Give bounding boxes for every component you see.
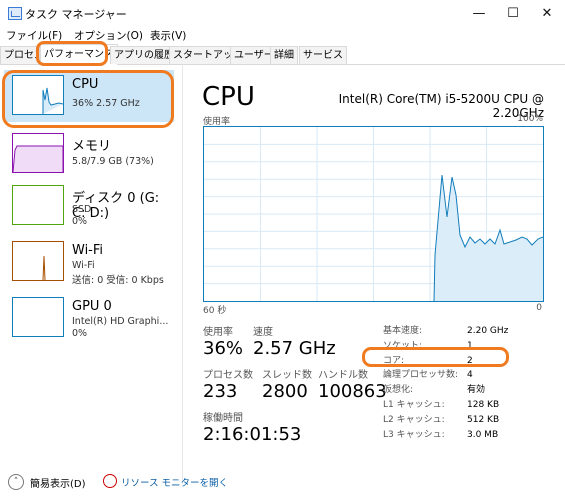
spec-label: ソケット: xyxy=(383,340,423,351)
spec-labels: 基本速度: ソケット: コア: 論理プロセッサ数: 仮想化: L1 キャッシュ:… xyxy=(383,324,458,442)
sidebar-memory-title: メモリ xyxy=(72,139,112,154)
sidebar-disk-usage: 0% xyxy=(72,216,88,227)
speed-value: 2.57 GHz xyxy=(253,338,336,359)
panel-divider xyxy=(182,64,183,484)
tab-performance[interactable]: パフォーマンス xyxy=(40,44,118,65)
page-title: CPU xyxy=(202,82,255,112)
graph-y-max: 100% xyxy=(517,114,543,124)
menu-file[interactable]: ファイル(F) xyxy=(6,28,62,43)
gpu-thumbnail-graph xyxy=(12,297,64,337)
footer-bar: ˄ 簡易表示(D) リソース モニターを開く xyxy=(0,466,565,503)
task-manager-icon xyxy=(8,7,22,20)
handle-count-label: ハンドル数 xyxy=(318,370,368,381)
disk-thumbnail-graph xyxy=(12,185,64,225)
sidebar-gpu-name: Intel(R) HD Graphi... xyxy=(72,316,169,327)
maximize-button[interactable]: ☐ xyxy=(496,0,530,27)
window-title: タスク マネージャー xyxy=(25,8,127,21)
spec-value: 512 KB xyxy=(467,414,500,425)
cpu-thumbnail-graph xyxy=(12,75,64,115)
title-bar: タスク マネージャー — ☐ ✕ xyxy=(0,0,565,27)
spec-label: 基本速度: xyxy=(383,326,423,336)
menu-view[interactable]: 表示(V) xyxy=(150,28,186,43)
process-count-label: プロセス数 xyxy=(203,370,253,381)
spec-value: 2 xyxy=(467,355,473,366)
spec-label: コア: xyxy=(383,355,405,366)
sidebar-item-cpu[interactable]: CPU 36% 2.57 GHz xyxy=(4,70,174,122)
tab-bar: プロセス パフォーマンス アプリの履歴 スタートアップ ユーザー 詳細 サービス xyxy=(0,44,565,65)
spec-label: 論理プロセッサ数: xyxy=(383,370,459,381)
tab-details[interactable]: 詳細 xyxy=(270,46,298,64)
open-resource-monitor-link[interactable]: リソース モニターを開く xyxy=(121,475,228,489)
spec-value: 128 KB xyxy=(467,399,500,410)
spec-value: 1 xyxy=(467,340,473,351)
sidebar-cpu-title: CPU xyxy=(72,77,99,92)
spec-value: 3.0 MB xyxy=(467,429,499,440)
close-button[interactable]: ✕ xyxy=(530,0,564,27)
sidebar-item-gpu[interactable]: GPU 0 Intel(R) HD Graphi... 0% xyxy=(4,292,174,348)
minimize-button[interactable]: — xyxy=(462,0,496,27)
spec-value: 2.20 GHz xyxy=(467,326,509,336)
sidebar-gpu-title: GPU 0 xyxy=(72,299,112,314)
spec-label: L1 キャッシュ: xyxy=(383,399,445,410)
spec-label: L3 キャッシュ: xyxy=(383,429,445,440)
usage-value: 36% xyxy=(203,338,244,359)
sidebar-cpu-usage: 36% 2.57 GHz xyxy=(72,98,140,109)
handle-count-value: 100863 xyxy=(318,381,387,402)
memory-thumbnail-graph xyxy=(12,133,64,173)
spec-label: L2 キャッシュ: xyxy=(383,414,445,425)
thread-count-label: スレッド数 xyxy=(262,370,312,381)
cpu-usage-graph xyxy=(203,126,544,302)
sidebar-wifi-throughput: 送信: 0 受信: 0 Kbps xyxy=(72,275,164,286)
sidebar-memory-usage: 5.8/7.9 GB (73%) xyxy=(72,156,154,167)
spec-label: 仮想化: xyxy=(383,385,414,396)
speed-label: 速度 xyxy=(253,327,273,338)
spec-value: 有効 xyxy=(467,385,486,396)
sidebar-wifi-name: Wi-Fi xyxy=(72,260,95,271)
wifi-thumbnail-graph xyxy=(12,241,64,281)
process-count-value: 233 xyxy=(203,381,238,402)
compact-view-link[interactable]: 簡易表示(D) xyxy=(30,475,86,490)
menu-bar: ファイル(F) オプション(O) 表示(V) xyxy=(0,27,565,44)
uptime-label: 稼働時間 xyxy=(203,413,243,424)
menu-options[interactable]: オプション(O) xyxy=(74,28,143,43)
spec-value: 4 xyxy=(467,370,473,381)
sidebar-item-disk[interactable]: ディスク 0 (G: C: D:) SSD 0% xyxy=(4,180,174,236)
sidebar-item-memory[interactable]: メモリ 5.8/7.9 GB (73%) xyxy=(4,128,174,180)
resource-monitor-icon xyxy=(103,474,117,488)
sidebar-gpu-usage: 0% xyxy=(72,328,88,339)
uptime-value: 2:16:01:53 xyxy=(203,424,302,445)
sidebar-disk-type: SSD xyxy=(72,204,92,215)
thread-count-value: 2800 xyxy=(262,381,308,402)
graph-x-right: 0 xyxy=(536,303,542,313)
tab-app-history[interactable]: アプリの履歴 xyxy=(110,46,178,64)
tab-processes[interactable]: プロセス xyxy=(0,46,40,64)
graph-x-left: 60 秒 xyxy=(203,306,227,316)
chevron-up-icon[interactable]: ˄ xyxy=(8,474,24,490)
tab-services[interactable]: サービス xyxy=(299,46,347,64)
spec-values: 2.20 GHz 1 2 4 有効 128 KB 512 KB 3.0 MB xyxy=(467,324,508,442)
sidebar-wifi-title: Wi-Fi xyxy=(72,243,104,258)
usage-label: 使用率 xyxy=(203,327,233,338)
sidebar-item-wifi[interactable]: Wi-Fi Wi-Fi 送信: 0 受信: 0 Kbps xyxy=(4,236,174,292)
